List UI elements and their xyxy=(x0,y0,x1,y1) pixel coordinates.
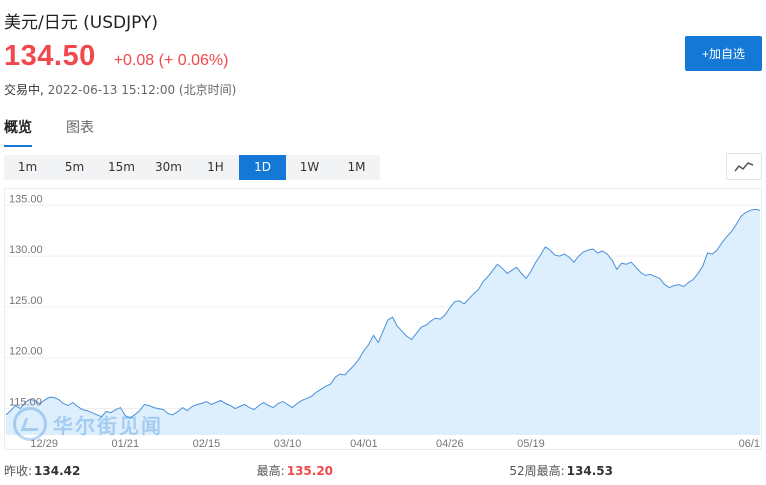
quote-datetime: 2022-06-13 15:12:00 (北京时间) xyxy=(43,83,237,97)
current-price: 134.50 xyxy=(4,40,96,72)
price-change: +0.08 (+ 0.06%) xyxy=(113,52,229,69)
period-1d[interactable]: 1D xyxy=(239,155,286,180)
area-fill xyxy=(6,209,760,435)
stat-value: 135.20 xyxy=(286,464,334,478)
period-1mo[interactable]: 1M xyxy=(333,155,380,180)
trading-status: 交易中, 2022-06-13 15:12:00 (北京时间) xyxy=(4,81,236,98)
period-5m[interactable]: 5m xyxy=(51,155,98,180)
watermark: 华尔街见闻 xyxy=(13,407,163,441)
tab-chart[interactable]: 图表 xyxy=(66,117,94,147)
stats-row: 昨收: 134.42 最高: 135.20 52周最高: 134.53 xyxy=(4,462,762,479)
x-tick-label: 02/15 xyxy=(193,438,221,449)
period-15m[interactable]: 15m xyxy=(98,155,145,180)
stat-label: 最高: xyxy=(256,464,285,478)
stat-label: 52周最高: xyxy=(509,464,565,478)
x-tick-label: 03/10 xyxy=(274,438,302,449)
period-30m[interactable]: 30m xyxy=(145,155,192,180)
x-tick-label: 06/1 xyxy=(739,438,760,449)
x-tick-label: 04/01 xyxy=(350,438,378,449)
wallstreetcn-logo-icon xyxy=(13,407,47,441)
watermark-text: 华尔街见闻 xyxy=(53,413,163,438)
period-1m[interactable]: 1m xyxy=(4,155,51,180)
stat-label: 昨收: xyxy=(4,464,33,478)
trading-status-label: 交易中, xyxy=(4,83,44,97)
y-tick-label: 130.00 xyxy=(9,244,43,256)
add-to-watchlist-button[interactable]: +加自选 xyxy=(685,36,762,71)
y-tick-label: 125.00 xyxy=(9,295,43,307)
period-1w[interactable]: 1W xyxy=(286,155,333,180)
x-tick-label: 04/26 xyxy=(436,438,464,449)
price-chart[interactable]: 135.00 130.00 125.00 120.00 115.00 12/29 01/2… xyxy=(4,188,762,450)
y-tick-label: 135.00 xyxy=(9,193,43,205)
y-tick-label: 120.00 xyxy=(9,346,43,358)
stat-prev-close: 昨收: 134.42 xyxy=(4,462,257,479)
stat-high: 最高: 135.20 xyxy=(257,462,510,479)
stat-value: 134.42 xyxy=(34,464,81,478)
view-tabs: 概览 图表 xyxy=(4,117,128,147)
period-1h[interactable]: 1H xyxy=(192,155,239,180)
price-row: 134.50 +0.08 (+ 0.06%) xyxy=(4,40,228,73)
period-selector: 1m 5m 15m 30m 1H 1D 1W 1M xyxy=(4,155,380,180)
instrument-title: 美元/日元 (USDJPY) xyxy=(4,13,158,33)
tab-overview[interactable]: 概览 xyxy=(4,117,32,147)
stat-value: 134.53 xyxy=(566,464,613,478)
stat-52w-high: 52周最高: 134.53 xyxy=(509,462,762,479)
x-tick-label: 05/19 xyxy=(517,438,545,449)
chart-type-toggle[interactable] xyxy=(726,153,762,180)
line-chart-icon xyxy=(734,161,754,171)
